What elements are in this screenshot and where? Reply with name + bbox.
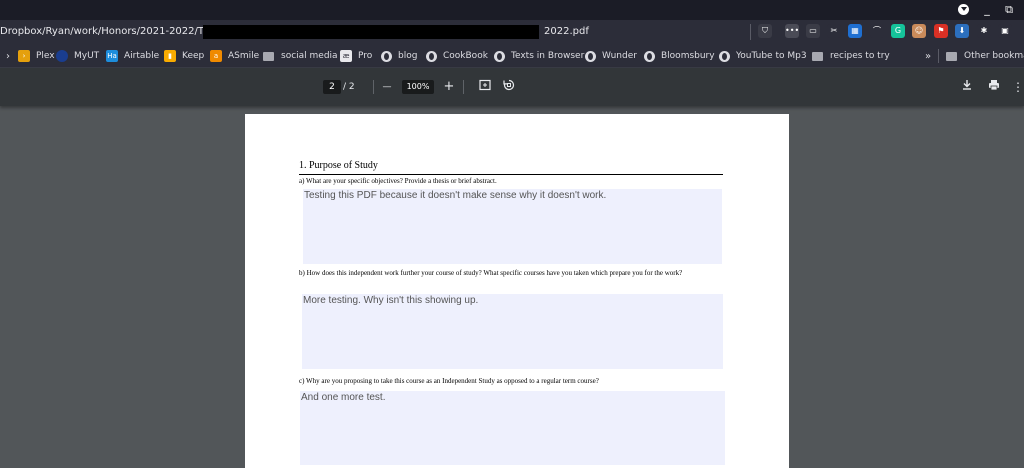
page-total: / 2: [343, 82, 355, 92]
bookmark-label: ASmile: [228, 51, 260, 61]
question-a: a) What are your specific objectives? Pr…: [299, 177, 497, 185]
record-icon[interactable]: [955, 2, 971, 18]
bookmark-bloomsbury[interactable]: Bloomsbury: [644, 48, 715, 64]
answer-b-field[interactable]: More testing. Why isn't this showing up.: [302, 294, 723, 369]
keep-icon: ▮: [164, 50, 176, 62]
zoom-level-input[interactable]: 100%: [402, 80, 434, 94]
address-divider: [750, 24, 751, 40]
bookmark-wunder[interactable]: Wunder: [585, 48, 637, 64]
question-b: b) How does this independent work furthe…: [299, 269, 683, 277]
bookmark-label: social media: [281, 51, 338, 61]
other-bookmarks[interactable]: Other bookmarks: [946, 48, 1024, 64]
page-number-input[interactable]: 2: [323, 80, 341, 94]
apps-chevron-icon[interactable]: ›: [6, 48, 10, 64]
bookmark-label: MyUT: [74, 51, 100, 61]
plex-icon: ›: [18, 50, 30, 62]
wallet-icon[interactable]: ▣: [998, 24, 1012, 38]
bookmark-airtable[interactable]: Ha Airtable: [106, 48, 159, 64]
address-bar: Dropbox/Ryan/work/Honors/2021-2022/These…: [0, 20, 1024, 44]
bookmark-keep[interactable]: ▮ Keep: [164, 48, 204, 64]
question-c: c) Why are you proposing to take this co…: [299, 377, 599, 385]
globe-icon: [644, 50, 655, 62]
bookmark-plex[interactable]: › Plex: [18, 48, 55, 64]
bookmark-youtube-to-mp3[interactable]: YouTube to Mp3: [719, 48, 807, 64]
answer-c-field[interactable]: And one more test.: [300, 391, 725, 465]
globe-icon: [494, 50, 505, 62]
folder-icon: [812, 51, 823, 61]
bookmarks-bar: › › Plex MyUT Ha Airtable ▮ Keep a ASmile social …: [0, 44, 1024, 68]
more-options-icon[interactable]: ⋮: [1012, 78, 1024, 96]
globe-icon: [585, 50, 596, 62]
pro-icon: æ: [340, 50, 352, 62]
bookmark-pro[interactable]: æ Pro: [340, 48, 372, 64]
puzzle-extensions-icon[interactable]: ✱: [977, 24, 991, 38]
bookmark-label: Bloomsbury: [661, 51, 715, 61]
bookmark-myut[interactable]: MyUT: [56, 48, 99, 64]
face-extension-icon[interactable]: ☺: [912, 24, 926, 38]
zoom-in-button[interactable]: +: [440, 78, 458, 96]
globe-icon: [719, 50, 730, 62]
bookmark-blog[interactable]: blog: [381, 48, 417, 64]
bookmark-recipes-to-try[interactable]: recipes to try: [812, 48, 890, 64]
brave-shield-icon[interactable]: ⛉: [758, 24, 772, 38]
bookmark-label: Pro: [358, 51, 373, 61]
bookmark-label: Texts in Browser: [511, 51, 585, 61]
toolbar-divider: [463, 80, 464, 94]
folder-icon: [263, 51, 274, 61]
scissors-extension-icon[interactable]: ✂: [827, 24, 841, 38]
globe-icon: [381, 50, 392, 62]
grid-extension-icon[interactable]: ▦: [848, 24, 862, 38]
grammarly-icon[interactable]: G: [891, 24, 905, 38]
bookmarks-overflow-button[interactable]: »: [925, 48, 931, 64]
red-flag-extension-icon[interactable]: ⚑: [934, 24, 948, 38]
bookmark-cookbook[interactable]: CookBook: [426, 48, 488, 64]
bookmark-label: CookBook: [443, 51, 488, 61]
url-filename: 2022.pdf: [544, 26, 589, 37]
answer-a-field[interactable]: Testing this PDF because it doesn't make…: [303, 189, 722, 264]
bookmark-label: Plex: [36, 51, 55, 61]
download-icon[interactable]: [958, 78, 976, 96]
pdf-page: 1. Purpose of Study a) What are your spe…: [245, 114, 789, 468]
section-title: 1. Purpose of Study: [299, 160, 378, 171]
bookmark-label: YouTube to Mp3: [736, 51, 807, 61]
globe-icon: [426, 50, 437, 62]
bookmark-social-media[interactable]: social media: [263, 48, 338, 64]
bookmark-label: Airtable: [124, 51, 160, 61]
toolbar-divider: [373, 80, 374, 94]
bookmark-label: recipes to try: [830, 51, 890, 61]
print-icon[interactable]: [985, 78, 1003, 96]
bookmark-label: Wunder: [602, 51, 637, 61]
ellipsis-extension-icon[interactable]: •••: [785, 24, 799, 38]
redacted-block: [203, 25, 539, 39]
document-extension-icon[interactable]: ▭: [806, 24, 820, 38]
bookmark-asmile[interactable]: a ASmile: [210, 48, 259, 64]
window-title-bar: _ ⧉: [0, 0, 1024, 20]
fit-to-page-icon[interactable]: [476, 78, 494, 96]
zoom-out-button[interactable]: —: [378, 78, 396, 96]
minimize-button[interactable]: _: [979, 2, 995, 18]
folder-icon: [946, 51, 957, 61]
bookmark-texts-in-browser[interactable]: Texts in Browser: [494, 48, 584, 64]
restore-button[interactable]: ⧉: [1001, 2, 1017, 18]
rotate-icon[interactable]: [500, 78, 518, 96]
bookmark-label: Keep: [182, 51, 205, 61]
bookmark-label: blog: [398, 51, 418, 61]
arc-extension-icon[interactable]: ⌒: [870, 24, 884, 38]
url-path: Dropbox/Ryan/work/Honors/2021-2022/These…: [0, 26, 234, 37]
airtable-icon: Ha: [106, 50, 118, 62]
amazon-smile-icon: a: [210, 50, 222, 62]
download-extension-icon[interactable]: ⬇: [955, 24, 969, 38]
myut-icon: [56, 50, 68, 62]
section-rule: [299, 174, 723, 175]
pdf-toolbar: 2 / 2 — 100% + ⋮: [0, 68, 1024, 106]
bookmarks-divider: [938, 48, 939, 64]
